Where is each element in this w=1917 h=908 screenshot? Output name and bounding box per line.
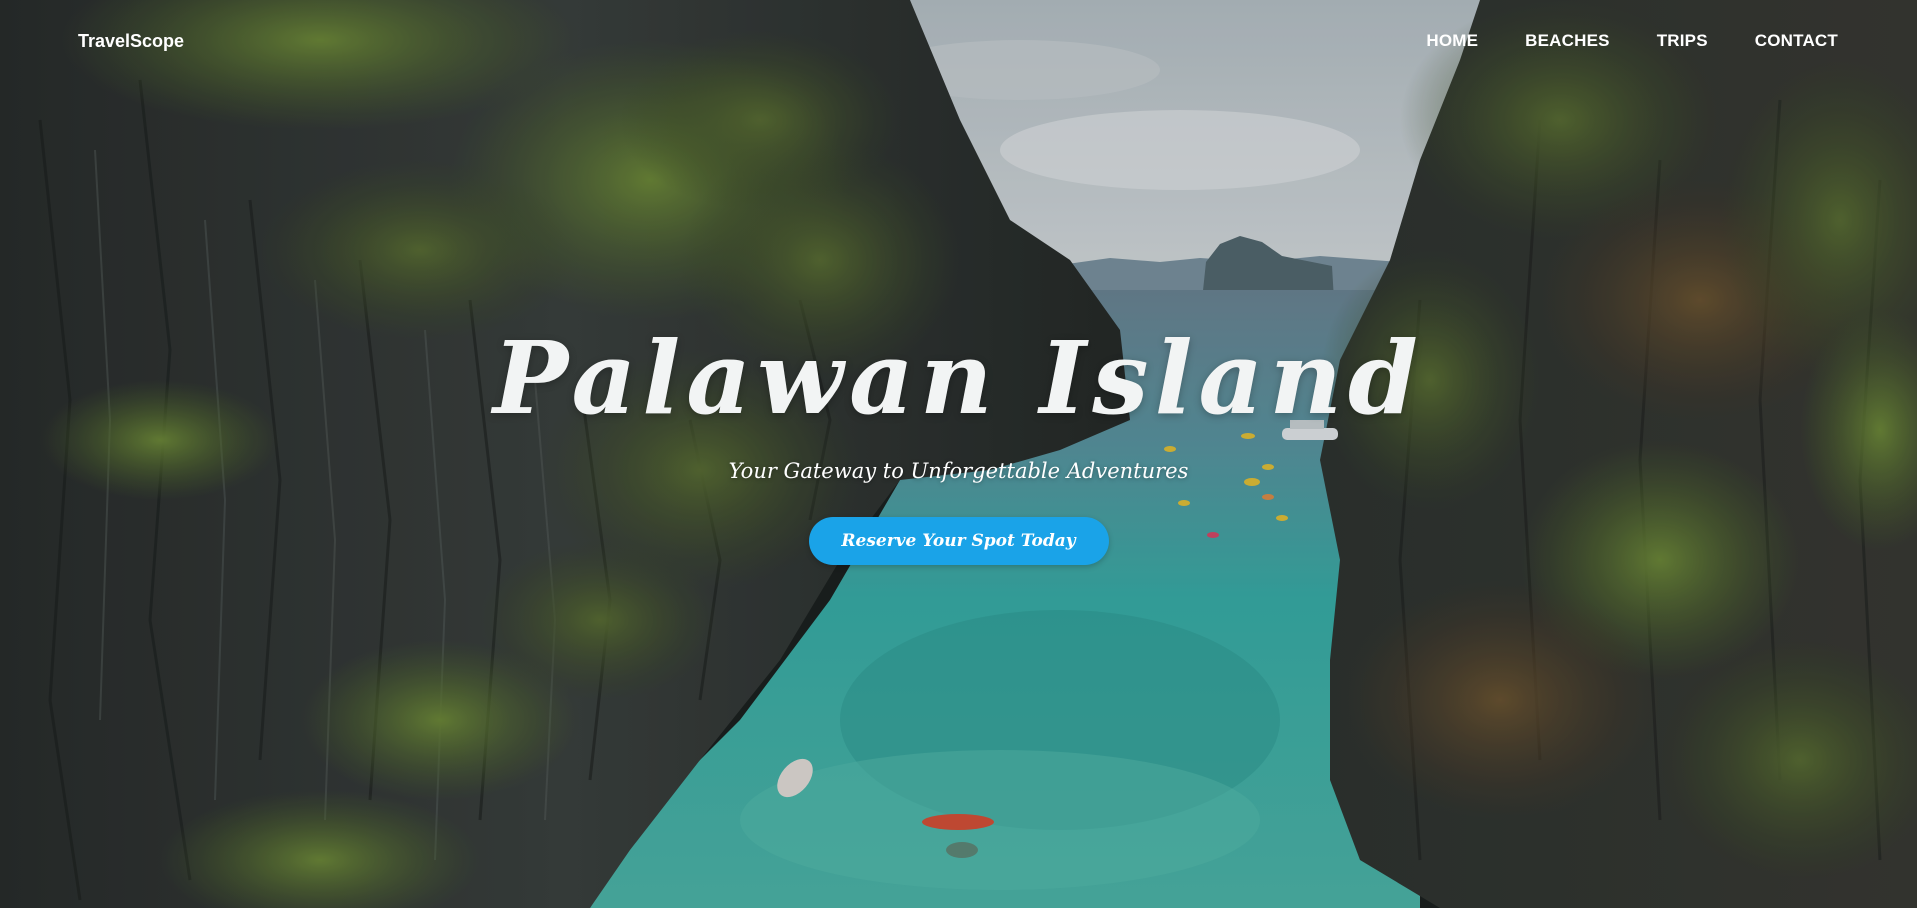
nav-link-contact[interactable]: CONTACT bbox=[1755, 31, 1838, 51]
reserve-spot-button[interactable]: Reserve Your Spot Today bbox=[808, 517, 1109, 565]
hero-title: Palawan Island bbox=[493, 319, 1424, 437]
site-logo[interactable]: TravelScope bbox=[78, 31, 184, 52]
nav-link-beaches[interactable]: BEACHES bbox=[1525, 31, 1610, 51]
hero-section: TravelScope HOME BEACHES TRIPS CONTACT P… bbox=[0, 0, 1917, 908]
hero-content: Palawan Island Your Gateway to Unforgett… bbox=[0, 318, 1917, 565]
top-navigation: TravelScope HOME BEACHES TRIPS CONTACT bbox=[0, 0, 1917, 86]
hero-subtitle: Your Gateway to Unforgettable Adventures bbox=[728, 459, 1189, 483]
nav-link-home[interactable]: HOME bbox=[1426, 31, 1478, 51]
nav-link-trips[interactable]: TRIPS bbox=[1657, 31, 1708, 51]
nav-links: HOME BEACHES TRIPS CONTACT bbox=[1379, 31, 1838, 51]
